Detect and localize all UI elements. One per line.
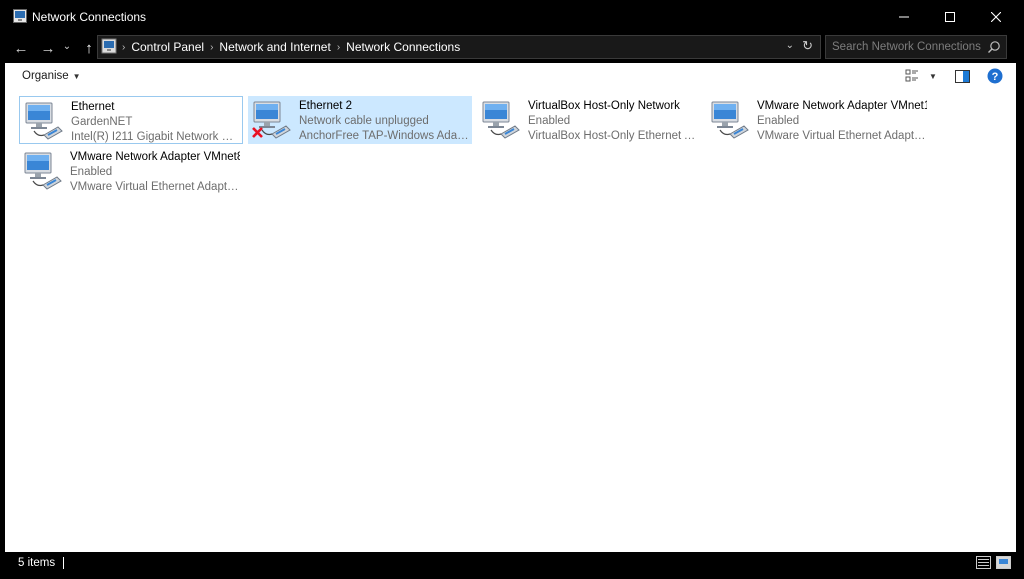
address-dropdown-icon[interactable]: ⌄	[786, 40, 794, 51]
disconnected-x-icon	[252, 127, 263, 138]
large-icons-view-icon[interactable]	[996, 556, 1011, 569]
explorer-window: Network Connections ← → ⌄ ↑ › Control Pa…	[5, 0, 1019, 579]
search-icon[interactable]	[987, 40, 1001, 54]
organise-label: Organise	[22, 70, 69, 82]
connection-status: GardenNET	[71, 116, 133, 128]
connection-device: AnchorFree TAP-Windows Adapt...	[299, 130, 469, 142]
breadcrumb-separator: ›	[336, 41, 341, 53]
up-arrow-icon: ↑	[85, 39, 93, 57]
connection-name: VMware Network Adapter VMnet1	[757, 100, 927, 112]
connection-device: Intel(R) I211 Gigabit Network Con...	[71, 131, 241, 143]
forward-button[interactable]: →	[37, 37, 59, 59]
forward-arrow-icon: →	[40, 39, 56, 57]
back-button[interactable]: ←	[10, 37, 32, 59]
minimize-icon	[899, 16, 909, 17]
network-adapter-icon	[25, 102, 63, 140]
breadcrumb-network-and-internet[interactable]: Network and Internet	[219, 40, 330, 54]
search-box[interactable]: Search Network Connections	[825, 35, 1007, 59]
breadcrumb-separator: ›	[122, 41, 126, 53]
title-bar[interactable]: Network Connections	[5, 0, 1019, 33]
network-adapter-icon	[24, 152, 62, 190]
connection-name: Ethernet 2	[299, 100, 353, 112]
close-button[interactable]	[973, 0, 1019, 33]
maximize-icon	[945, 11, 955, 22]
connection-name: VMware Network Adapter VMnet8	[70, 151, 240, 163]
connection-name: Ethernet	[71, 101, 115, 113]
status-bar: 5 items	[5, 552, 1019, 574]
change-view-button[interactable]	[905, 67, 919, 85]
connection-item-ethernet-2[interactable]: Ethernet 2 Network cable unplugged Ancho…	[248, 96, 472, 144]
window-title: Network Connections	[32, 10, 147, 24]
control-panel-icon	[101, 38, 117, 54]
connection-status: Enabled	[70, 166, 113, 178]
maximize-button[interactable]	[927, 0, 973, 33]
navigation-bar: ← → ⌄ ↑ › Control Panel › Network and In…	[5, 33, 1019, 61]
connection-status: Network cable unplugged	[299, 115, 429, 127]
minimize-button[interactable]	[881, 0, 927, 33]
close-icon	[991, 11, 1001, 22]
search-input[interactable]: Search Network Connections	[832, 41, 981, 53]
item-count: 5 items	[18, 557, 56, 569]
content-pane: Organise ▼ ▼ ? Ethernet GardenNET Intel(…	[5, 63, 1016, 552]
address-bar[interactable]: › Control Panel › Network and Internet ›…	[97, 35, 821, 59]
view-dropdown-button[interactable]: ▼	[929, 67, 937, 85]
caret-down-icon: ▼	[72, 71, 81, 81]
breadcrumb-network-connections[interactable]: Network Connections	[346, 40, 460, 54]
breadcrumb-separator: ›	[210, 41, 214, 53]
chevron-down-icon: ⌄	[62, 40, 72, 52]
status-divider	[63, 557, 64, 569]
connection-name: VirtualBox Host-Only Network	[528, 100, 680, 112]
connection-item-ethernet[interactable]: Ethernet GardenNET Intel(R) I211 Gigabit…	[19, 96, 243, 144]
connection-item-virtualbox[interactable]: VirtualBox Host-Only Network Enabled Vir…	[477, 96, 701, 144]
view-options-icon	[905, 69, 918, 82]
connection-item-vmnet1[interactable]: VMware Network Adapter VMnet1 Enabled VM…	[706, 96, 930, 144]
network-adapter-icon	[711, 101, 749, 139]
details-view-icon[interactable]	[976, 556, 991, 569]
breadcrumb: › Control Panel › Network and Internet ›…	[122, 40, 460, 54]
organise-menu-button[interactable]: Organise ▼	[22, 70, 81, 82]
preview-pane-button[interactable]	[955, 67, 970, 85]
help-icon: ?	[987, 68, 1003, 84]
network-adapter-icon	[482, 101, 520, 139]
command-bar: Organise ▼ ▼ ?	[5, 63, 1016, 89]
svg-text:?: ?	[992, 71, 999, 83]
network-connections-app-icon	[13, 9, 27, 23]
connection-status: Enabled	[757, 115, 800, 127]
connection-device: VirtualBox Host-Only Ethernet Ad...	[528, 130, 698, 142]
back-arrow-icon: ←	[13, 39, 29, 57]
connection-status: Enabled	[528, 115, 571, 127]
breadcrumb-control-panel[interactable]: Control Panel	[131, 40, 204, 54]
help-button[interactable]: ?	[987, 67, 1003, 85]
connection-device: VMware Virtual Ethernet Adapter ...	[70, 181, 240, 193]
preview-pane-icon	[955, 69, 970, 83]
recent-locations-button[interactable]: ⌄	[60, 35, 74, 57]
caret-down-icon: ▼	[929, 71, 937, 81]
connection-device: VMware Virtual Ethernet Adapter ...	[757, 130, 927, 142]
connection-item-vmnet8[interactable]: VMware Network Adapter VMnet8 Enabled VM…	[19, 147, 243, 195]
refresh-icon[interactable]: ↻	[802, 38, 813, 54]
